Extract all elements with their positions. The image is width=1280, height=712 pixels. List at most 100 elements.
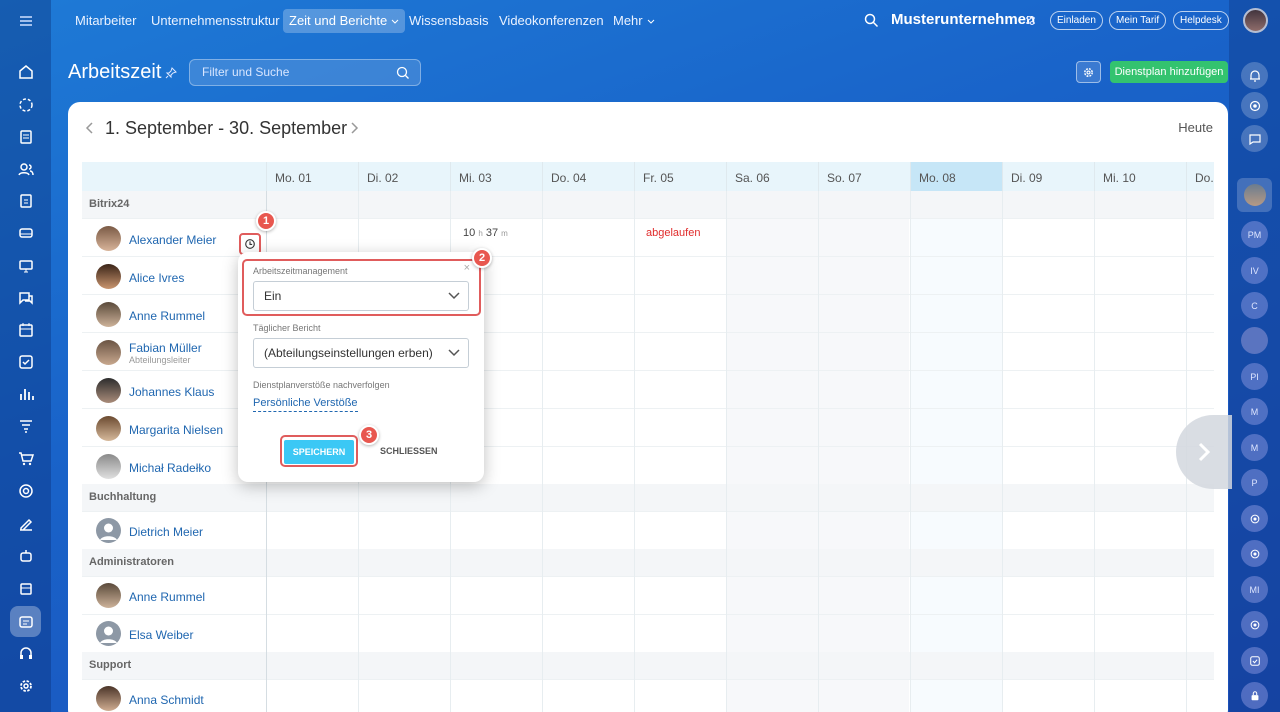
activity-icon[interactable] [10, 89, 41, 120]
add-schedule-button[interactable]: Dienstplan hinzufügen [1110, 61, 1228, 83]
employee-name[interactable]: Alexander Meier [129, 233, 216, 247]
contact-avatar[interactable]: MI [1241, 576, 1268, 603]
task-icon[interactable] [1241, 647, 1268, 674]
time-minutes: 37 [485, 227, 499, 239]
contact-avatar[interactable] [1241, 327, 1268, 354]
today-button[interactable]: Heute [1178, 120, 1213, 135]
right-sidebar: PM IV C PI M M P MI [1229, 0, 1280, 712]
timeman-icon[interactable] [10, 606, 41, 637]
settings-button[interactable] [1076, 61, 1101, 83]
contacts-icon[interactable] [10, 153, 41, 184]
contact-avatar[interactable]: M [1241, 434, 1268, 461]
sliders-icon[interactable] [1025, 15, 1036, 26]
contact-avatar[interactable]: PI [1241, 363, 1268, 390]
search-input[interactable]: Filter und Suche [189, 59, 421, 86]
company-name[interactable]: Musterunternehmen [891, 11, 1035, 28]
day-header: Di. 09 [1002, 162, 1094, 191]
pin-icon[interactable] [164, 66, 178, 80]
cart-icon[interactable] [10, 443, 41, 474]
tariff-button[interactable]: Mein Tarif [1109, 11, 1167, 30]
nav-mitarbeiter[interactable]: Mitarbeiter [69, 9, 142, 33]
employee-name[interactable]: Johannes Klaus [129, 385, 214, 399]
contact-avatar[interactable]: P [1241, 469, 1268, 496]
search-icon[interactable] [864, 13, 879, 28]
section-header: Buchhaltung [82, 484, 1214, 511]
day-header: Sa. 06 [726, 162, 818, 191]
day-header: Di. 02 [358, 162, 450, 191]
monitor-icon[interactable] [10, 250, 41, 281]
bell-icon[interactable] [1241, 62, 1268, 89]
select-value: (Abteilungseinstellungen erben) [264, 346, 433, 360]
top-navigation: Mitarbeiter Unternehmensstruktur Zeit un… [51, 0, 1268, 42]
contact-avatar[interactable]: PM [1241, 221, 1268, 248]
headset-icon[interactable] [10, 637, 41, 668]
close-button[interactable]: SCHLIESSEN [380, 446, 438, 456]
document-icon[interactable] [10, 185, 41, 216]
employee-name[interactable]: Alice Ivres [129, 271, 184, 285]
clock-icon [245, 239, 255, 249]
column-divider [634, 191, 635, 712]
avatar [96, 340, 121, 365]
employee-name[interactable]: Anne Rummel [129, 590, 205, 604]
nav-zeit-und-berichte[interactable]: Zeit und Berichte [283, 9, 406, 33]
employee-name[interactable]: Dietrich Meier [129, 525, 203, 539]
contact-avatar[interactable]: C [1241, 292, 1268, 319]
column-divider [818, 191, 819, 712]
column-divider [910, 191, 911, 712]
day-header: Do. [1186, 162, 1214, 191]
employee-name[interactable]: Fabian Müller [129, 341, 202, 355]
feed-icon[interactable] [10, 121, 41, 152]
personal-violations-link[interactable]: Persönliche Verstöße [253, 397, 358, 412]
contact-avatar[interactable]: IV [1241, 257, 1268, 284]
day-header: Mi. 10 [1094, 162, 1186, 191]
menu-icon[interactable] [10, 5, 41, 36]
copilot-chat-icon[interactable] [1241, 505, 1268, 532]
helpdesk-button[interactable]: Helpdesk [1173, 11, 1229, 30]
save-button[interactable]: SPEICHERN [284, 440, 354, 464]
sign-icon[interactable] [10, 507, 41, 538]
employee-name[interactable]: Margarita Nielsen [129, 423, 223, 437]
employee-name[interactable]: Anne Rummel [129, 309, 205, 323]
store-icon[interactable] [10, 572, 41, 603]
nav-mehr[interactable]: Mehr [607, 9, 661, 33]
contact-avatar[interactable]: M [1241, 398, 1268, 425]
funnel-icon[interactable] [10, 410, 41, 441]
day-header: So. 07 [818, 162, 910, 191]
table-row [82, 576, 1214, 614]
copilot-icon[interactable] [1241, 92, 1268, 119]
table-row [82, 679, 1214, 712]
worked-time[interactable]: 10 h 37 m [463, 227, 508, 239]
calendar-icon[interactable] [10, 314, 41, 345]
nav-videokonferenzen[interactable]: Videokonferenzen [493, 9, 610, 33]
step-badge-1: 1 [256, 211, 276, 231]
chat-bubble-icon[interactable] [1241, 125, 1268, 152]
nav-unternehmensstruktur[interactable]: Unternehmensstruktur [145, 9, 286, 33]
inbox-icon[interactable] [10, 217, 41, 248]
copilot-chat-icon[interactable] [1241, 540, 1268, 567]
nav-wissensbasis[interactable]: Wissensbasis [403, 9, 494, 33]
chart-icon[interactable] [10, 378, 41, 409]
home-icon[interactable] [10, 56, 41, 87]
invite-button[interactable]: Einladen [1050, 11, 1103, 30]
copilot-chat-icon[interactable] [1241, 611, 1268, 638]
target-icon[interactable] [10, 475, 41, 506]
lock-icon[interactable] [1241, 682, 1268, 709]
chat-icon[interactable] [10, 282, 41, 313]
contact-avatar[interactable] [1237, 178, 1272, 212]
employee-name[interactable]: Elsa Weiber [129, 628, 193, 642]
daily-report-select[interactable]: (Abteilungseinstellungen erben) [253, 338, 469, 368]
avatar [96, 454, 121, 479]
settings-icon[interactable] [10, 670, 41, 701]
column-divider [1094, 191, 1095, 712]
tasks-icon[interactable] [10, 346, 41, 377]
robot-icon[interactable] [10, 540, 41, 571]
avatar [96, 264, 121, 289]
page-title: Arbeitszeit [68, 61, 162, 83]
chevron-left-icon[interactable] [84, 120, 96, 136]
status-expired[interactable]: abgelaufen [646, 227, 700, 239]
avatar [96, 302, 121, 327]
employee-name[interactable]: Anna Schmidt [129, 693, 204, 707]
day-header: Do. 04 [542, 162, 634, 191]
employee-name[interactable]: Michał Radełko [129, 461, 211, 475]
chevron-right-icon[interactable] [348, 120, 360, 136]
